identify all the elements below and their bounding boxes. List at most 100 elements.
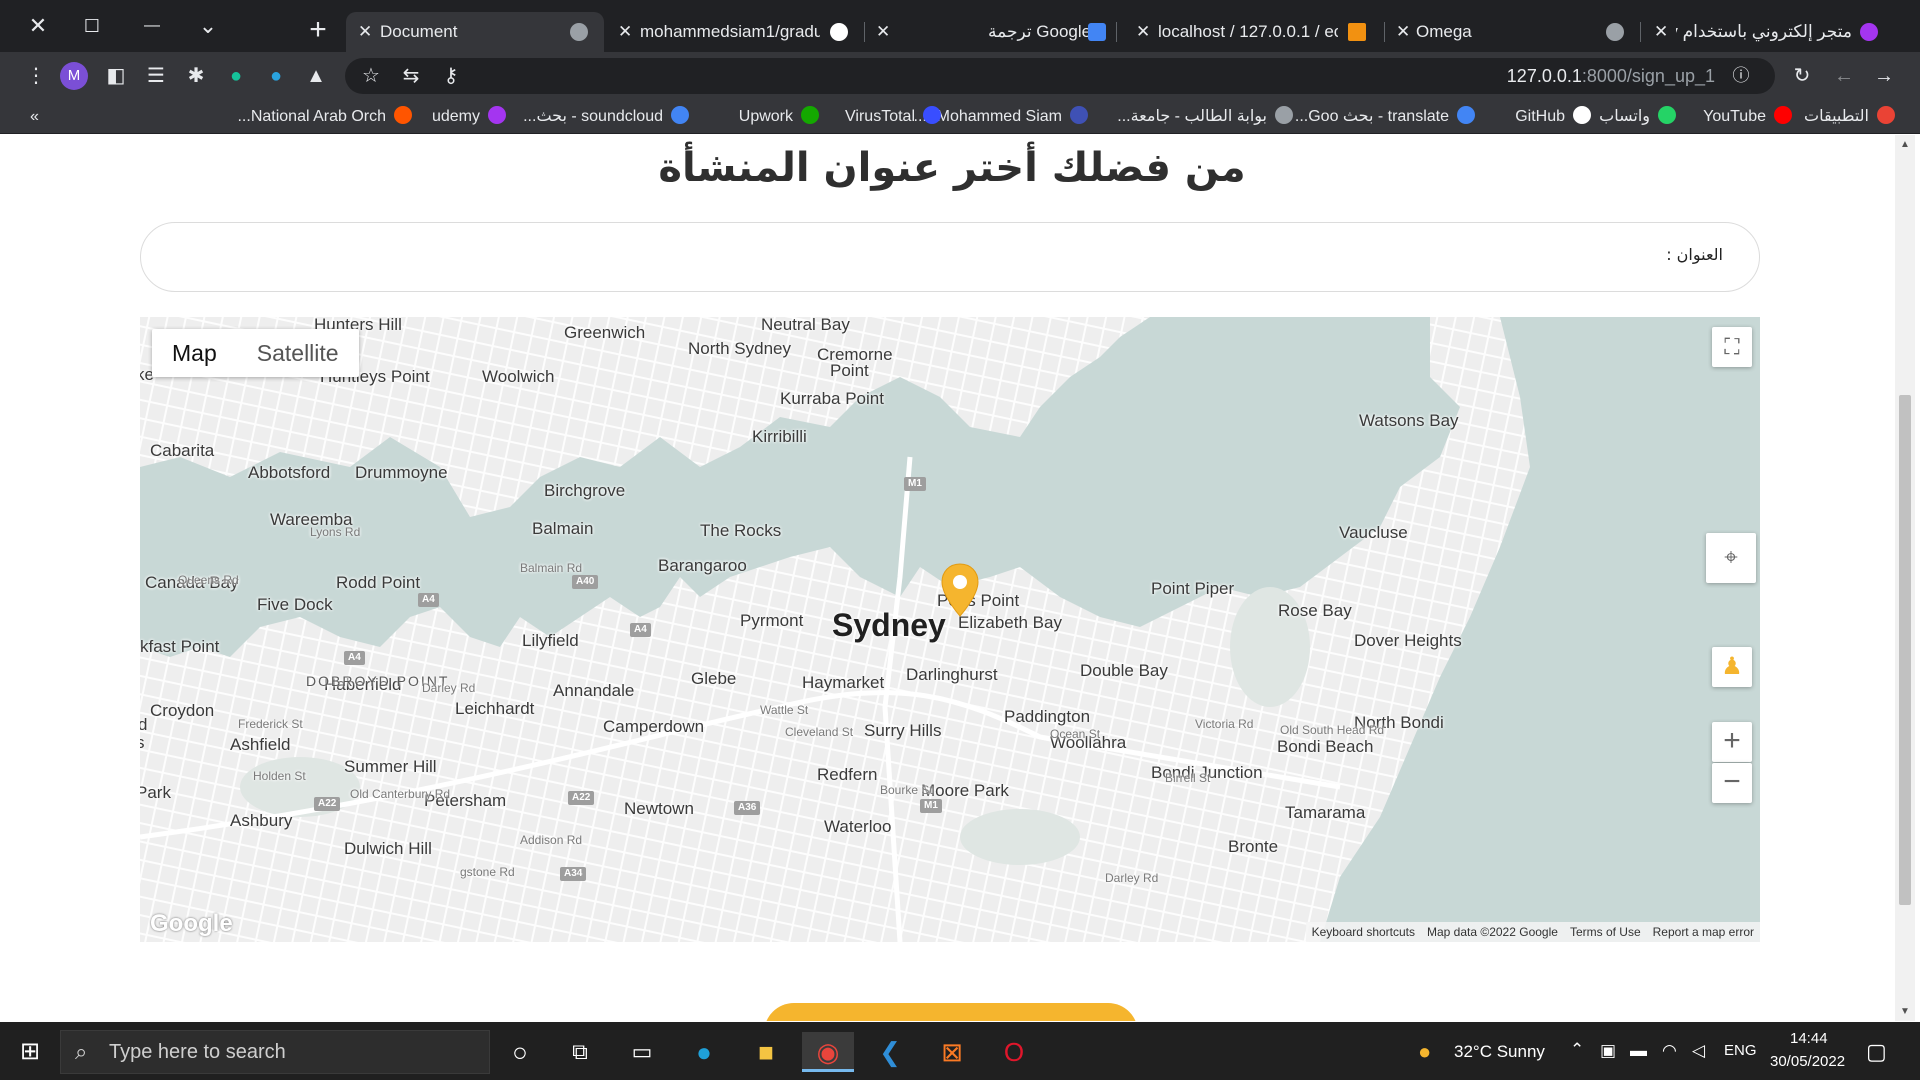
my-location-icon[interactable]: ⌖ [1706,533,1756,583]
map-road-label: Lyons Rd [310,525,361,539]
search-icon: ⌕ [75,1039,88,1064]
battery-icon[interactable]: ▬ [1630,1041,1647,1061]
extension-mountain-icon[interactable]: ▲ [300,60,332,92]
map-place-label: Bondi Beach [1277,737,1374,756]
pegman-icon[interactable]: ♟ [1712,647,1752,687]
close-window-icon[interactable]: ✕ [16,6,60,46]
map-place-label: kfast Point [140,637,220,656]
bookmark-item[interactable]: واتساب [1599,106,1676,128]
minimize-window-icon[interactable]: — [130,6,174,46]
map-place-label: Vaucluse [1339,523,1408,542]
grammarly-icon[interactable]: ● [220,60,252,92]
site-info-icon[interactable]: ⓘ [1725,60,1757,92]
windows-start-icon[interactable]: ⊞ [4,1032,56,1072]
road-shield-label: A22 [568,791,595,805]
bookmark-item[interactable]: udemy [432,106,506,128]
bookmarks-overflow-icon[interactable]: « [30,106,39,128]
clock-date[interactable]: 30/05/2022 [1770,1053,1845,1070]
map-type-satellite-button[interactable]: Satellite [237,329,359,377]
bookmark-item[interactable]: soundcloud - بحث... [523,106,689,128]
bookmark-favicon-icon [1573,106,1591,124]
terms-of-use-link[interactable]: Terms of Use [1564,922,1647,942]
extensions-icon[interactable]: ✱ [180,60,212,92]
profile-avatar[interactable]: M [60,62,88,90]
map-type-map-button[interactable]: Map [152,329,237,377]
tray-chevron-icon[interactable]: ⌃ [1570,1040,1584,1060]
bookmark-item[interactable]: بوابة الطالب - جامعة... [1117,106,1293,128]
xampp-icon[interactable]: ⊠ [926,1032,978,1072]
tab-close-icon[interactable]: ✕ [618,12,632,52]
bookmark-item[interactable]: Upwork [739,106,819,128]
tab-close-icon[interactable]: ✕ [358,12,372,52]
road-shield-label: A40 [572,575,599,589]
maximize-window-icon[interactable]: ☐ [70,6,114,46]
task-view-icon[interactable]: ⧉ [554,1032,606,1072]
bookmark-item[interactable]: National Arab Orch... [237,106,412,128]
bookmark-item[interactable]: التطبيقات [1804,106,1895,128]
key-icon[interactable]: ⚷ [435,60,467,92]
edge-icon[interactable]: ● [678,1032,730,1072]
terminal-icon[interactable]: ▭ [616,1032,668,1072]
chrome-icon[interactable]: ◉ [802,1032,854,1072]
language-indicator[interactable]: ENG [1724,1042,1757,1059]
scroll-thumb[interactable] [1899,395,1911,905]
map-place-label: Double Bay [1080,661,1168,680]
zoom-out-button[interactable]: − [1712,763,1752,803]
notifications-icon[interactable]: ▢ [1866,1039,1887,1065]
weather-text[interactable]: 32°C Sunny [1454,1042,1545,1062]
bookmark-item[interactable]: GitHub [1515,106,1591,128]
address-bar[interactable]: ☆ ⇆ ⚷ 127.0.0.1:8000/sign_up_1 ⓘ [345,58,1775,94]
taskbar-search-input[interactable]: ⌕ Type here to search [60,1030,490,1074]
map-place-label: Five Dock [257,595,333,614]
tab-close-icon[interactable]: ✕ [1396,12,1410,52]
bookmark-favicon-icon [671,106,689,124]
share-icon[interactable]: ⇆ [395,60,427,92]
location-marker-icon[interactable] [940,562,980,618]
scroll-up-icon[interactable]: ▲ [1900,139,1910,150]
bookmark-star-icon[interactable]: ☆ [355,60,387,92]
map-road-label: Balmain Rd [520,561,583,575]
wifi-icon[interactable]: ◠ [1662,1041,1677,1061]
volume-icon[interactable]: ◁ [1692,1041,1705,1061]
reload-icon[interactable]: ↻ [1786,60,1818,92]
windows-taskbar: ⊞ ⌕ Type here to search ○ ⧉ ▭ ● ■ ◉ ❮ ⊠ … [0,1022,1920,1080]
side-panel-icon[interactable]: ◧ [100,60,132,92]
report-map-error-link[interactable]: Report a map error [1647,922,1760,942]
fullscreen-icon[interactable]: ⛶ [1712,327,1752,367]
telegram-icon[interactable]: ● [260,60,292,92]
google-map[interactable]: Hunters Hill Greenwich Neutral Bay North Sy… [140,317,1760,942]
page-scrollbar[interactable]: ▲ ▼ [1895,135,1915,1021]
bookmark-label: National Arab Orch... [237,108,386,125]
bookmark-item[interactable]: VirusTotal [845,106,941,128]
map-footer: Keyboard shortcuts Map data ©2022 Google… [1305,922,1760,942]
cortana-icon[interactable]: ○ [494,1032,546,1072]
tab-close-icon[interactable]: ✕ [1136,12,1150,52]
back-arrow-icon[interactable]: ← [1828,60,1860,92]
bookmark-item[interactable]: YouTube [1703,106,1792,128]
keyboard-shortcuts-link[interactable]: Keyboard shortcuts [1306,922,1421,942]
zoom-in-button[interactable]: + [1712,722,1752,762]
map-place-label: Rose Bay [1278,601,1352,620]
road-shield-label: A36 [734,801,761,815]
submit-button[interactable] [764,1003,1138,1021]
reading-list-icon[interactable]: ☰ [140,60,172,92]
bookmark-label: التطبيقات [1804,108,1869,125]
tab-close-icon[interactable]: ✕ [1654,12,1668,52]
bookmark-favicon-icon [488,106,506,124]
file-explorer-icon[interactable]: ■ [740,1032,792,1072]
tab-search-chevron-icon[interactable]: ⌄ [186,6,230,46]
vscode-icon[interactable]: ❮ [864,1032,916,1072]
tab-close-icon[interactable]: ✕ [876,12,890,52]
new-tab-button[interactable]: + [300,10,336,50]
forward-arrow-icon[interactable]: → [1868,60,1900,92]
bookmark-favicon-icon [1658,106,1676,124]
scroll-down-icon[interactable]: ▼ [1900,1006,1910,1017]
meet-now-icon[interactable]: ▣ [1600,1041,1616,1061]
map-place-label: Dover Heights [1354,631,1462,650]
clock-time[interactable]: 14:44 [1790,1030,1828,1047]
bookmark-item[interactable]: translate - بحث Goo... [1295,106,1475,128]
address-field[interactable]: العنوان : [140,222,1760,292]
opera-icon[interactable]: O [988,1032,1040,1072]
bookmark-label: VirusTotal [845,108,915,125]
menu-kebab-icon[interactable]: ⋮ [20,60,52,92]
